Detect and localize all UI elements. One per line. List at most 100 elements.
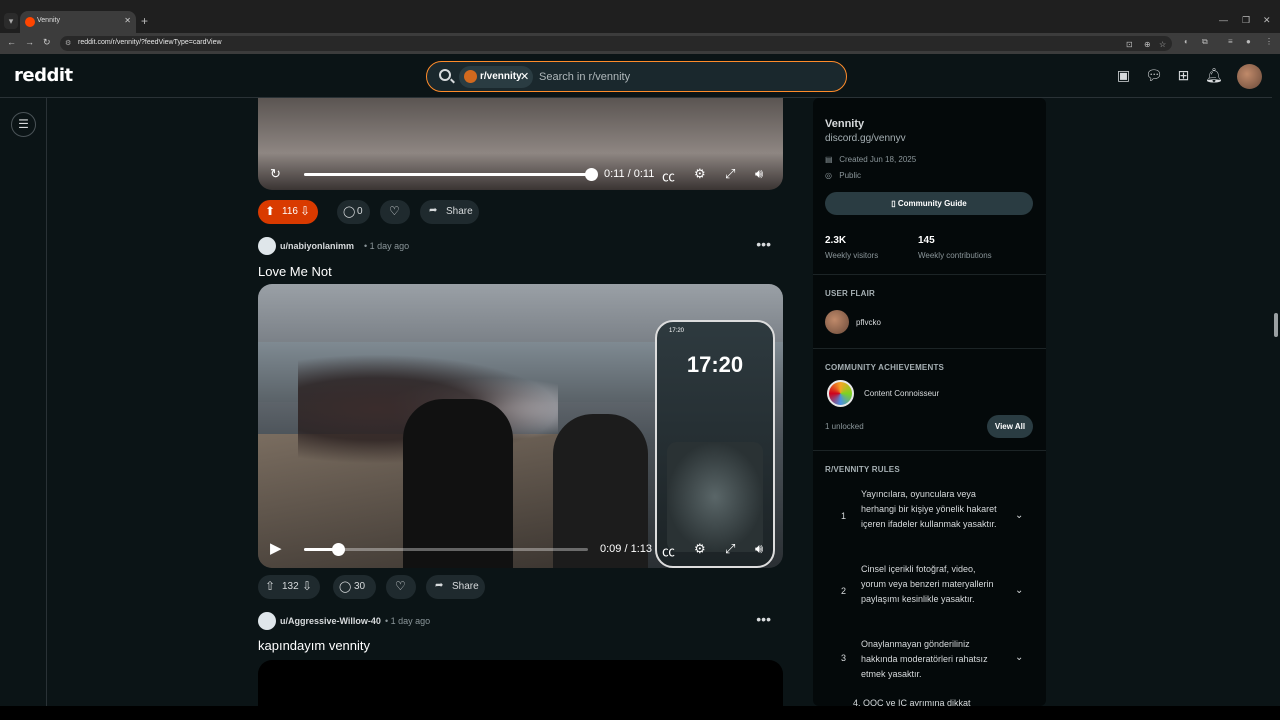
rule-text: Cinsel içerikli fotoğraf, video, yorum v…: [861, 564, 994, 604]
post2-award-button[interactable]: ♡: [386, 575, 416, 599]
settings-gear-icon[interactable]: ⚙: [694, 166, 706, 182]
chip-remove-icon[interactable]: ✕: [520, 70, 529, 83]
fullscreen-icon[interactable]: ⤢: [725, 541, 735, 557]
downvote-icon[interactable]: ⇩: [300, 204, 310, 218]
user-avatar[interactable]: [1237, 64, 1262, 89]
post1-seek-knob[interactable]: [585, 168, 598, 181]
reddit-logo[interactable]: reddit: [14, 65, 73, 86]
browser-menu-icon[interactable]: ⋮: [1265, 37, 1273, 46]
post2-title[interactable]: Love Me Not: [258, 264, 332, 279]
post1-vote-button[interactable]: ⬆ 116 ⇩: [258, 200, 318, 224]
downvote-icon[interactable]: ⇩: [302, 579, 312, 593]
achievement-badge-icon[interactable]: [827, 380, 854, 407]
post3-header: u/Aggressive-Willow-40 • 1 day ago •••: [258, 611, 783, 632]
upvote-icon[interactable]: ⇧: [265, 579, 275, 593]
post2-username[interactable]: u/nabiyonlanimm: [280, 241, 354, 251]
address-bar[interactable]: ⚙ reddit.com/r/vennity/?feedViewType=car…: [60, 36, 1172, 51]
site-header: reddit r/vennity ✕ Search in r/vennity ▣…: [0, 54, 1280, 98]
site-info-icon[interactable]: ⚙: [65, 39, 71, 47]
divider: [813, 450, 1046, 451]
post2-author-avatar[interactable]: [258, 237, 276, 255]
page-scrollbar[interactable]: [1272, 54, 1280, 706]
back-icon[interactable]: ←: [7, 37, 16, 47]
play-icon[interactable]: ▶: [270, 539, 282, 557]
post1-seek-fill: [304, 173, 594, 176]
hamburger-menu-icon[interactable]: ☰: [11, 112, 36, 137]
upvote-icon[interactable]: ⬆: [265, 204, 275, 218]
post1-comments-button[interactable]: ◯ 0: [337, 200, 370, 224]
flair-username[interactable]: pflvcko: [856, 318, 881, 327]
chat-icon[interactable]: 💬︎: [1145, 67, 1163, 84]
community-search-chip[interactable]: r/vennity ✕: [459, 66, 533, 88]
divider: [813, 274, 1046, 275]
award-icon: ♡: [389, 204, 400, 218]
achievement-name[interactable]: Content Connoisseur: [864, 389, 939, 398]
cake-icon: ▤: [825, 155, 833, 164]
post2-vote-button[interactable]: ⇧ 132 ⇩: [258, 575, 320, 599]
post3-media[interactable]: [258, 660, 783, 706]
scrollbar-thumb[interactable]: [1274, 313, 1278, 337]
post2-seek-bar[interactable]: [304, 543, 588, 556]
fullscreen-icon[interactable]: ⤢: [725, 166, 735, 182]
toolbar: ← → ↻ ⚙ reddit.com/r/vennity/?feedViewTy…: [0, 33, 1280, 54]
post3-title[interactable]: kapındayım vennity: [258, 638, 370, 653]
extensions-puzzle-icon[interactable]: ⧉: [1202, 37, 1208, 47]
created-date: ▤ Created Jun 18, 2025: [825, 155, 916, 164]
volume-icon[interactable]: 🔊︎: [755, 541, 763, 557]
flair-avatar[interactable]: [825, 310, 849, 334]
captions-icon[interactable]: ㏄: [662, 541, 675, 560]
volume-icon[interactable]: 🔊︎: [755, 166, 763, 182]
post1-video[interactable]: ↻ 0:11 / 0:11 ㏄ ⚙ ⤢ 🔊︎: [258, 98, 783, 190]
profile-icon[interactable]: ●: [1246, 37, 1251, 46]
post2-time: • 1 day ago: [364, 241, 410, 251]
post3-username[interactable]: u/Aggressive-Willow-40: [280, 616, 381, 626]
tab-close-icon[interactable]: ✕: [124, 16, 131, 25]
share-icon: ➦: [429, 205, 438, 216]
search-bar[interactable]: r/vennity ✕ Search in r/vennity: [426, 61, 847, 92]
extension-icon[interactable]: ◐: [1184, 37, 1189, 46]
window-close-icon[interactable]: ✕: [1263, 15, 1271, 26]
zoom-icon[interactable]: ⊕: [1144, 40, 1151, 49]
forward-icon[interactable]: →: [25, 37, 34, 47]
post1-share-button[interactable]: ➦ Share: [420, 200, 479, 224]
settings-gear-icon[interactable]: ⚙: [694, 541, 706, 557]
restore-icon[interactable]: ❐: [1242, 15, 1250, 26]
post2-video-controls: ▶ 0:09 / 1:13 ㏄ ⚙ ⤢ 🔊︎: [258, 538, 783, 560]
tab-search-button[interactable]: ▾: [4, 13, 18, 29]
browser-tab[interactable]: Vennity ✕: [20, 11, 136, 34]
community-guide-button[interactable]: ▯ Community Guide: [825, 192, 1033, 215]
chevron-down-icon[interactable]: ⌄: [1015, 510, 1023, 521]
post3-author-avatar[interactable]: [258, 612, 276, 630]
search-input[interactable]: Search in r/vennity: [539, 71, 630, 83]
chevron-down-icon[interactable]: ⌄: [1015, 585, 1023, 596]
post1-award-button[interactable]: ♡: [380, 200, 410, 224]
weekly-contributions-label: Weekly contributions: [918, 251, 992, 260]
post2-video[interactable]: 17:20 17:20 ▶ 0:09 / 1:13 ㏄ ⚙ ⤢ 🔊︎: [258, 284, 783, 568]
community-sidebar: Vennity discord.gg/vennyv ▤ Created Jun …: [813, 98, 1046, 706]
post2-header: u/nabiyonlanimm • 1 day ago •••: [258, 236, 783, 257]
rule-number: 2: [841, 586, 847, 596]
reading-list-icon[interactable]: ≡: [1228, 37, 1233, 46]
achievements-unlocked: 1 unlocked: [825, 422, 864, 431]
comment-icon: ◯: [343, 206, 356, 218]
minimize-icon[interactable]: —: [1219, 15, 1228, 25]
post3-more-options-icon[interactable]: •••: [756, 611, 771, 627]
create-post-icon[interactable]: ⊞: [1175, 67, 1192, 84]
share-icon: ➦: [435, 580, 444, 591]
captions-icon[interactable]: ㏄: [662, 166, 675, 185]
install-icon[interactable]: ⊡: [1126, 40, 1133, 49]
post2-share-button[interactable]: ➦ Share: [426, 575, 485, 599]
post2-seek-knob[interactable]: [332, 543, 346, 556]
replay-icon[interactable]: ↻: [270, 166, 281, 182]
post1-seek-bar[interactable]: [304, 168, 598, 181]
view-all-button[interactable]: View All: [987, 415, 1033, 438]
post2-comments-button[interactable]: ◯ 30: [333, 575, 376, 599]
new-tab-button[interactable]: +: [141, 14, 148, 28]
post2-more-options-icon[interactable]: •••: [756, 236, 771, 252]
bookmark-star-icon[interactable]: ☆: [1159, 40, 1166, 49]
reload-icon[interactable]: ↻: [43, 37, 51, 48]
rule-text: Onaylanmayan gönderiliniz hakkında moder…: [861, 639, 988, 679]
notifications-bell-icon[interactable]: 🔔︎: [1205, 67, 1223, 84]
advertise-icon[interactable]: ▣: [1115, 67, 1132, 84]
chevron-down-icon[interactable]: ⌄: [1015, 652, 1023, 663]
